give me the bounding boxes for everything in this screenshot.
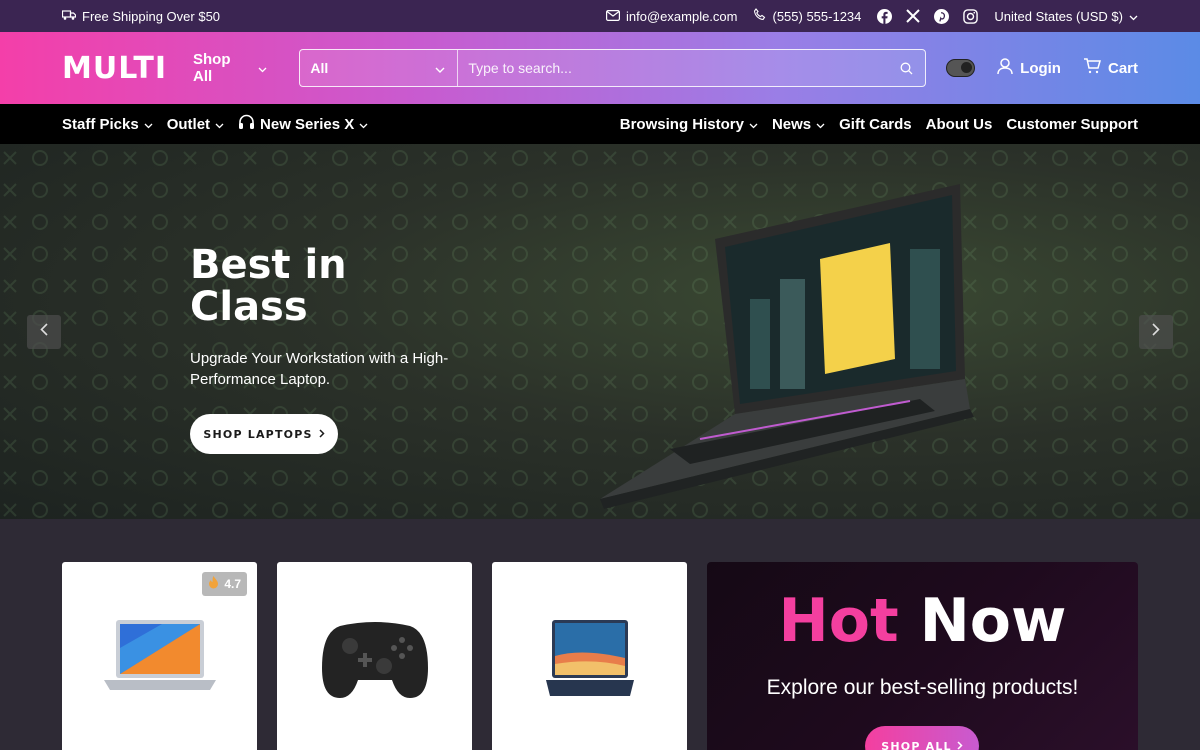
nav-item-staff-picks[interactable]: Staff Picks bbox=[62, 116, 153, 133]
chevron-down-icon bbox=[359, 116, 368, 133]
chevron-down-icon bbox=[435, 60, 445, 76]
carousel-next-button[interactable] bbox=[1139, 315, 1173, 349]
product-image-game-controller bbox=[321, 622, 428, 698]
shipping-notice: Free Shipping Over $50 bbox=[61, 8, 221, 24]
nav-item-gift-cards[interactable]: Gift Cards bbox=[839, 116, 912, 133]
product-card[interactable] bbox=[277, 562, 472, 750]
chevron-right-icon bbox=[1152, 323, 1160, 341]
main-nav: Staff Picks Outlet New Series X Browsing… bbox=[0, 104, 1200, 144]
mail-icon bbox=[606, 9, 621, 24]
promo-title: Hot Now bbox=[707, 588, 1138, 654]
search-category-select[interactable]: All bbox=[300, 50, 459, 86]
hot-now-promo: Hot Now Explore our best-selling product… bbox=[707, 562, 1138, 750]
user-icon bbox=[997, 57, 1013, 79]
shop-all-button[interactable]: SHOP ALL bbox=[865, 726, 979, 750]
region-selector[interactable]: United States (USD $) bbox=[994, 9, 1138, 24]
promo-cta-label: SHOP ALL bbox=[881, 739, 952, 750]
nav-item-about-us[interactable]: About Us bbox=[926, 116, 993, 133]
cart-icon bbox=[1083, 58, 1101, 78]
product-card[interactable] bbox=[492, 562, 687, 750]
shop-all-menu[interactable]: Shop All bbox=[193, 51, 267, 85]
shipping-text: Free Shipping Over $50 bbox=[82, 8, 221, 24]
toggle-knob bbox=[961, 62, 973, 73]
dark-mode-toggle[interactable] bbox=[945, 59, 976, 77]
cart-label: Cart bbox=[1107, 59, 1138, 77]
search-bar: All bbox=[299, 49, 926, 87]
nav-label: Gift Cards bbox=[839, 115, 912, 133]
shop-all-label: Shop All bbox=[193, 51, 231, 85]
shop-laptops-button[interactable]: SHOP LAPTOPS bbox=[190, 414, 338, 454]
nav-item-new-series-x[interactable]: New Series X bbox=[238, 114, 368, 134]
flame-icon bbox=[208, 576, 219, 592]
pinterest-icon[interactable] bbox=[934, 8, 950, 24]
chevron-left-icon bbox=[40, 323, 48, 341]
nav-label: Customer Support bbox=[1006, 115, 1138, 133]
promo-title-highlight: Hot bbox=[778, 586, 899, 656]
product-section: 4.7 Hot Now Explore our best-selling pro… bbox=[0, 519, 1200, 750]
nav-item-customer-support[interactable]: Customer Support bbox=[1006, 116, 1138, 133]
top-utility-bar: Free Shipping Over $50 info@example.com … bbox=[0, 0, 1200, 32]
truck-icon bbox=[61, 9, 77, 24]
instagram-icon[interactable] bbox=[963, 8, 979, 24]
email-link[interactable]: info@example.com bbox=[606, 9, 737, 24]
nav-item-news[interactable]: News bbox=[772, 116, 825, 133]
cart-button[interactable]: Cart bbox=[1083, 58, 1138, 78]
rating-badge: 4.7 bbox=[202, 572, 247, 596]
x-icon[interactable] bbox=[906, 9, 921, 23]
nav-item-browsing-history[interactable]: Browsing History bbox=[620, 116, 758, 133]
hero-subtitle: Upgrade Your Workstation with a High-Per… bbox=[190, 350, 449, 388]
product-card[interactable]: 4.7 bbox=[62, 562, 257, 750]
phone-text: (555) 555-1234 bbox=[772, 8, 862, 24]
facebook-icon[interactable] bbox=[877, 8, 893, 24]
chevron-right-icon bbox=[319, 428, 325, 441]
chevron-down-icon bbox=[144, 116, 153, 133]
product-image-laptop-silver bbox=[103, 620, 216, 690]
promo-description: Explore our best-selling products! bbox=[766, 676, 1079, 699]
logo[interactable]: MULTI bbox=[62, 51, 167, 86]
rating-value: 4.7 bbox=[224, 577, 241, 591]
carousel-prev-button[interactable] bbox=[27, 315, 61, 349]
chevron-right-icon bbox=[957, 740, 963, 750]
region-text: United States (USD $) bbox=[994, 8, 1123, 24]
headphones-icon bbox=[238, 114, 255, 134]
login-button[interactable]: Login bbox=[997, 57, 1061, 79]
nav-label: New Series X bbox=[260, 115, 355, 133]
phone-icon bbox=[753, 8, 766, 24]
social-links bbox=[877, 8, 979, 24]
chevron-down-icon bbox=[258, 60, 267, 77]
main-header: MULTI Shop All All Login Cart bbox=[0, 32, 1200, 104]
hero-banner: Best in Class Upgrade Your Workstation w… bbox=[0, 144, 1200, 519]
hero-title: Best in Class bbox=[190, 242, 347, 330]
chevron-down-icon bbox=[749, 116, 758, 133]
nav-item-outlet[interactable]: Outlet bbox=[167, 116, 224, 133]
email-text: info@example.com bbox=[626, 8, 738, 24]
hero-laptop-image bbox=[600, 184, 974, 509]
search-category-value: All bbox=[310, 60, 329, 76]
promo-title-rest: Now bbox=[919, 586, 1067, 656]
login-label: Login bbox=[1020, 59, 1061, 77]
chevron-down-icon bbox=[816, 116, 825, 133]
search-icon[interactable] bbox=[888, 62, 925, 75]
nav-label: Staff Picks bbox=[62, 115, 139, 133]
nav-label: News bbox=[771, 115, 812, 133]
phone-link[interactable]: (555) 555-1234 bbox=[753, 8, 861, 24]
nav-label: Outlet bbox=[166, 115, 211, 133]
search-input[interactable] bbox=[458, 50, 888, 86]
nav-label: About Us bbox=[925, 115, 993, 133]
nav-label: Browsing History bbox=[619, 115, 744, 133]
product-image-laptop-blue bbox=[545, 620, 634, 696]
cta-label: SHOP LAPTOPS bbox=[203, 427, 313, 441]
chevron-down-icon bbox=[1129, 9, 1138, 24]
chevron-down-icon bbox=[215, 116, 224, 133]
